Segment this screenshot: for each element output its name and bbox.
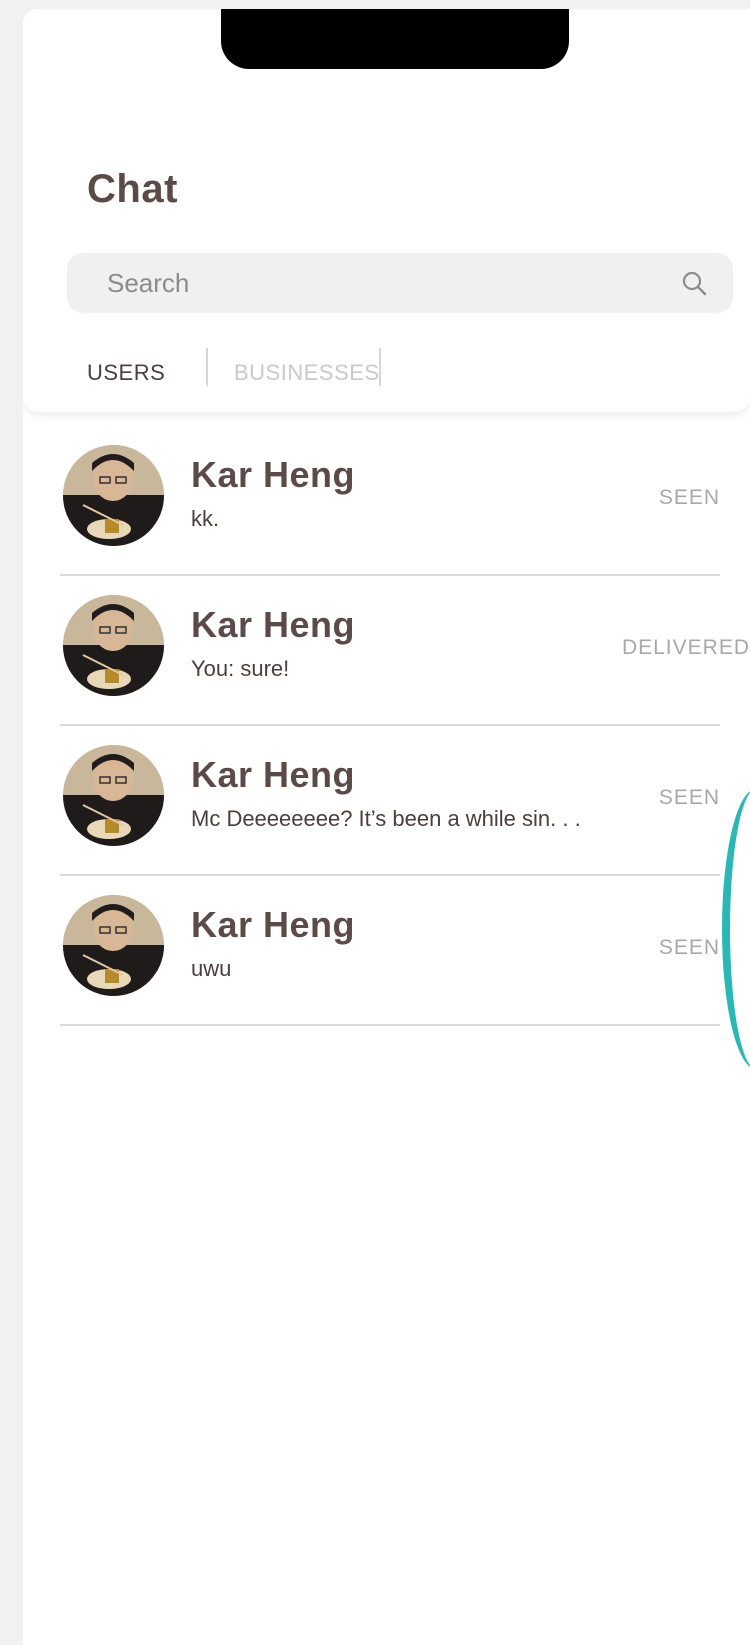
contact-name: Kar Heng [191,454,356,495]
row-divider [60,1024,720,1026]
message-status: SEEN [658,936,720,959]
avatar[interactable] [63,745,164,846]
message-preview: uwu [191,956,232,981]
avatar[interactable] [63,895,164,996]
contact-name: Kar Heng [191,604,356,645]
message-status: SEEN [658,486,720,509]
search-input[interactable]: Search [107,268,189,299]
conversation-row[interactable]: Kar Heng You: sure! DELIVERED [23,576,750,726]
device-notch [221,9,569,69]
conversation-row[interactable]: Kar Heng uwu SEEN [23,876,750,1026]
message-status: DELIVERED [621,636,750,659]
contact-name: Kar Heng [191,904,356,945]
phone-screen: Chat Search USERS BUSINESSES Kar Heng kk… [23,9,750,1645]
page-title: Chat [87,167,178,211]
avatar[interactable] [63,595,164,696]
conversation-row[interactable]: Kar Heng Mc Deeeeeeee? It’s been a while… [23,726,750,876]
contact-name: Kar Heng [191,754,356,795]
message-preview: Mc Deeeeeeee? It’s been a while sin. . . [191,806,581,831]
tab-divider [379,348,381,386]
search-icon[interactable] [681,270,707,296]
conversation-list: Kar Heng kk. SEEN Kar Heng You: sure! DE… [23,426,750,1026]
avatar[interactable] [63,445,164,546]
message-preview: You: sure! [191,656,290,681]
message-preview: kk. [191,506,220,531]
tab-businesses[interactable]: BUSINESSES [234,360,380,386]
tab-divider [206,348,208,386]
message-status: SEEN [658,786,720,809]
chat-tabs: USERS BUSINESSES [23,348,750,388]
conversation-row[interactable]: Kar Heng kk. SEEN [23,426,750,576]
chat-header: Chat Search USERS BUSINESSES [23,9,750,412]
search-bar[interactable]: Search [67,253,733,313]
tab-users[interactable]: USERS [87,360,165,386]
